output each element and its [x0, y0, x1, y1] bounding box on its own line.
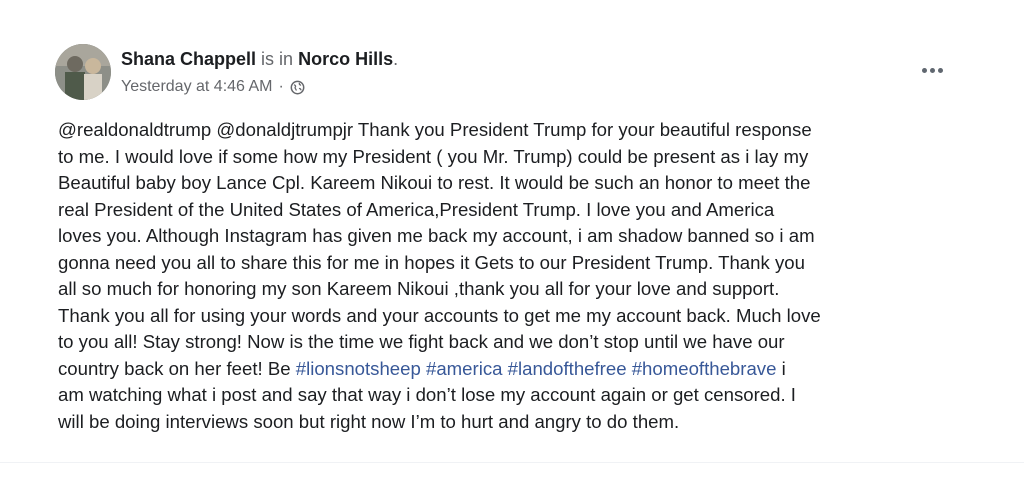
post-line: @realdonaldtrump @donaldjtrumpjr Thank y… — [58, 119, 812, 140]
divider — [0, 462, 1024, 463]
post-line-with-hashtags: country back on her feet! Be #lionsnotsh… — [58, 356, 988, 383]
facebook-post: Shana Chappell is in Norco Hills. Yester… — [0, 0, 1024, 497]
hashtag-link[interactable]: #landofthefree — [508, 358, 627, 379]
profile-photo-icon — [55, 44, 111, 100]
post-header: Shana Chappell is in Norco Hills. — [121, 48, 398, 70]
post-body: @realdonaldtrump @donaldjtrumpjr Thank y… — [58, 117, 988, 435]
post-line: to me. I would love if some how my Presi… — [58, 145, 809, 167]
is-in-text: is in — [261, 49, 294, 69]
timestamp-link[interactable]: Yesterday at 4:46 AM — [121, 77, 273, 97]
post-line: will be doing interviews soon but right … — [58, 410, 680, 432]
ellipsis-dot — [929, 67, 935, 73]
author-name-link[interactable]: Shana Chappell — [121, 49, 256, 69]
line-suffix: i — [776, 357, 786, 379]
post-line: Beautiful baby boy Lance Cpl. Kareem Nik… — [58, 172, 811, 193]
ellipsis-icon[interactable] — [916, 58, 948, 82]
hashtag-link[interactable]: #homeofthebrave — [632, 358, 777, 379]
post-meta: Yesterday at 4:46 AM · — [121, 77, 305, 97]
line-prefix: country back on her feet! Be — [58, 357, 296, 379]
post-line: real President of the United States of A… — [58, 198, 775, 220]
meta-separator: · — [278, 78, 284, 95]
post-line: gonna need you all to share this for me … — [58, 251, 805, 273]
post-line: am watching what i post and say that way… — [58, 384, 796, 405]
globe-icon[interactable] — [290, 80, 305, 95]
ellipsis-dot — [921, 67, 927, 73]
location-link[interactable]: Norco Hills — [298, 49, 393, 69]
post-line: Thank you all for using your words and y… — [58, 304, 821, 326]
hashtag-link[interactable]: #lionsnotsheep — [296, 358, 421, 379]
post-line: loves you. Although Instagram has given … — [58, 225, 815, 246]
ellipsis-dot — [937, 67, 943, 73]
avatar[interactable] — [55, 44, 111, 100]
header-period: . — [393, 49, 399, 69]
post-line: all so much for honoring my son Kareem N… — [58, 278, 780, 299]
hashtag-link[interactable]: #america — [426, 358, 502, 379]
post-line: to you all! Stay strong! Now is the time… — [58, 331, 785, 352]
